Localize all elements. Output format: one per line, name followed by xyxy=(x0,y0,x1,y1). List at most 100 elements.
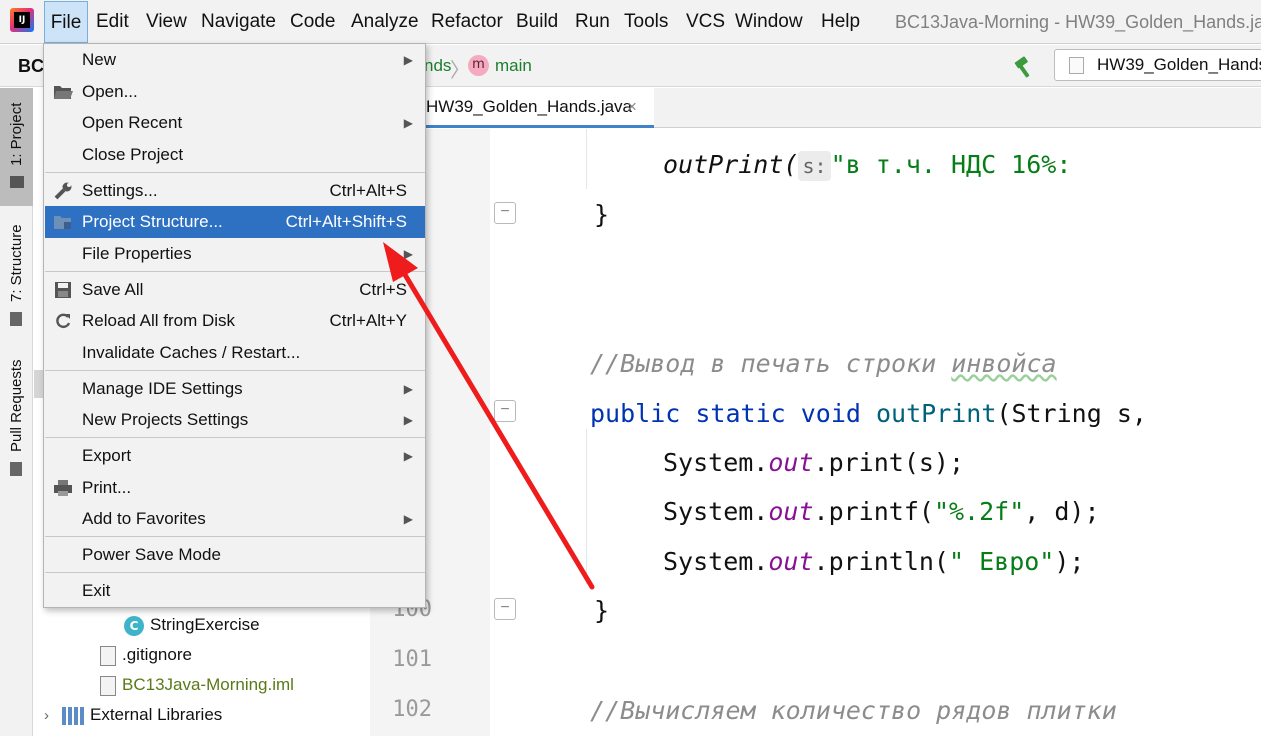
tool-window-strip: 1: Project 7: Structure Pull Requests xyxy=(0,88,33,736)
close-icon[interactable]: × xyxy=(627,88,637,126)
folder-icon xyxy=(10,176,24,188)
menu-analyze[interactable]: Analyze xyxy=(351,0,419,44)
indent-guide xyxy=(586,429,587,584)
pull-request-icon xyxy=(10,462,22,476)
menu-item-reload-all[interactable]: Reload All from Disk Ctrl+Alt+Y xyxy=(45,305,425,337)
menu-item-label: Export xyxy=(82,446,132,465)
menu-item-label: Exit xyxy=(82,581,111,600)
tree-item-label: StringExercise xyxy=(150,615,260,634)
menu-item-label: Invalidate Caches / Restart... xyxy=(82,343,301,362)
menu-run[interactable]: Run xyxy=(575,0,610,44)
code-token: System. xyxy=(663,547,769,576)
menu-item-label: Reload All from Disk xyxy=(82,311,236,330)
menu-navigate[interactable]: Navigate xyxy=(201,0,276,44)
menu-item-label: File Properties xyxy=(82,244,192,263)
menu-edit[interactable]: Edit xyxy=(96,0,129,44)
menu-file[interactable]: File xyxy=(44,1,88,43)
tool-tab-pull-requests[interactable]: Pull Requests xyxy=(0,350,33,480)
expand-arrow-icon[interactable]: › xyxy=(44,701,56,731)
ignore-file-icon xyxy=(100,645,116,666)
tree-item-iml[interactable]: BC13Java-Morning.iml xyxy=(100,670,294,700)
menu-item-export[interactable]: Export ▶ xyxy=(45,440,425,472)
menu-separator xyxy=(45,536,425,537)
structure-icon xyxy=(10,312,22,326)
menu-item-label: New xyxy=(82,50,117,69)
document-icon xyxy=(1069,57,1084,74)
menu-item-new-projects-settings[interactable]: New Projects Settings ▶ xyxy=(45,404,425,436)
tool-tab-structure[interactable]: 7: Structure xyxy=(0,214,33,332)
menu-item-label: Open... xyxy=(82,82,138,101)
menu-help[interactable]: Help xyxy=(821,0,860,44)
code-string: "%.2f" xyxy=(933,497,1025,526)
tree-item-string-exercise[interactable]: C StringExercise xyxy=(124,610,260,640)
menu-item-open-recent[interactable]: Open Recent ▶ xyxy=(45,107,425,139)
tree-item-external-libraries[interactable]: › External Libraries xyxy=(44,700,222,730)
wrench-icon xyxy=(54,182,72,200)
menu-item-label: Manage IDE Settings xyxy=(82,379,243,398)
window-title: BC13Java-Morning - HW39_Golden_Hands.jav… xyxy=(895,12,1261,32)
fold-collapse-icon[interactable]: − xyxy=(494,598,516,620)
editor-tab-bar: HW39_Golden_Hands.java × xyxy=(370,88,1261,128)
breadcrumb-method[interactable]: main xyxy=(495,45,532,87)
menu-window[interactable]: Window xyxy=(735,0,803,44)
menu-item-shortcut: Ctrl+Alt+Shift+S xyxy=(285,212,407,231)
code-token: outPrint( xyxy=(663,150,799,179)
tree-item-gitignore[interactable]: .gitignore xyxy=(100,640,192,670)
tree-item-label: External Libraries xyxy=(90,705,223,724)
code-method-name: outPrint xyxy=(875,399,997,428)
code-token: .print(s); xyxy=(813,448,965,477)
menu-item-exit[interactable]: Exit xyxy=(45,575,425,607)
menu-tools[interactable]: Tools xyxy=(624,0,668,44)
run-configuration-label: HW39_Golden_Hands xyxy=(1097,55,1261,74)
module-file-icon xyxy=(100,675,116,696)
menu-item-save-all[interactable]: Save All Ctrl+S xyxy=(45,274,425,306)
menu-bar: IJ File Edit View Navigate Code Analyze … xyxy=(0,0,1261,44)
parameter-hint: s: xyxy=(798,151,831,181)
menu-separator xyxy=(45,271,425,272)
menu-separator xyxy=(45,572,425,573)
menu-item-power-save-mode[interactable]: Power Save Mode xyxy=(45,539,425,571)
hammer-icon[interactable] xyxy=(1012,55,1036,79)
menu-refactor[interactable]: Refactor xyxy=(431,0,503,44)
menu-item-print[interactable]: Print... xyxy=(45,472,425,504)
tool-tab-project[interactable]: 1: Project xyxy=(0,88,33,206)
menu-vcs[interactable]: VCS xyxy=(686,0,725,44)
menu-item-add-to-favorites[interactable]: Add to Favorites ▶ xyxy=(45,503,425,535)
fold-collapse-icon[interactable]: − xyxy=(494,400,516,422)
menu-view[interactable]: View xyxy=(146,0,187,44)
intellij-logo-icon[interactable]: IJ xyxy=(10,8,34,32)
code-string: " Евро" xyxy=(948,547,1055,576)
menu-item-label: Print... xyxy=(82,478,132,497)
menu-item-label: Settings... xyxy=(82,181,158,200)
code-token: , d); xyxy=(1024,497,1100,526)
menu-item-new[interactable]: New ▶ xyxy=(45,44,425,76)
menu-build[interactable]: Build xyxy=(516,0,558,44)
submenu-arrow-icon: ▶ xyxy=(403,247,413,261)
menu-code[interactable]: Code xyxy=(290,0,335,44)
menu-item-manage-ide-settings[interactable]: Manage IDE Settings ▶ xyxy=(45,373,425,405)
menu-item-shortcut: Ctrl+S xyxy=(359,280,407,299)
menu-item-invalidate-caches[interactable]: Invalidate Caches / Restart... xyxy=(45,337,425,369)
code-token: .println( xyxy=(813,547,949,576)
breadcrumb-class[interactable]: nds xyxy=(424,45,451,87)
code-editor[interactable]: outPrint(s: "в т.ч. НДС 16%: } //Вывод в … xyxy=(520,129,1261,736)
fold-collapse-icon[interactable]: − xyxy=(494,202,516,224)
code-token: "в т.ч. НДС 16%: xyxy=(830,150,1072,179)
code-line: public static void outPrint(String s, xyxy=(590,389,1147,439)
tool-tab-structure-label: 7: Structure xyxy=(8,224,25,302)
run-configuration-selector[interactable]: HW39_Golden_Hands xyxy=(1054,49,1261,81)
print-icon xyxy=(54,480,72,496)
code-line: //Вывод в печать строки инвойса xyxy=(590,339,1057,389)
menu-item-label: Project Structure... xyxy=(82,212,223,231)
menu-separator xyxy=(45,437,425,438)
submenu-arrow-icon: ▶ xyxy=(403,382,413,396)
logo-text: IJ xyxy=(14,12,30,28)
code-token: ); xyxy=(1054,547,1085,576)
menu-item-project-structure[interactable]: Project Structure... Ctrl+Alt+Shift+S xyxy=(45,206,425,238)
menu-item-open[interactable]: Open... xyxy=(45,76,425,108)
menu-item-settings[interactable]: Settings... Ctrl+Alt+S xyxy=(45,175,425,207)
menu-item-close-project[interactable]: Close Project xyxy=(45,139,425,171)
menu-item-file-properties[interactable]: File Properties ▶ xyxy=(45,238,425,270)
submenu-arrow-icon: ▶ xyxy=(403,449,413,463)
code-token: (String s, xyxy=(996,399,1147,428)
